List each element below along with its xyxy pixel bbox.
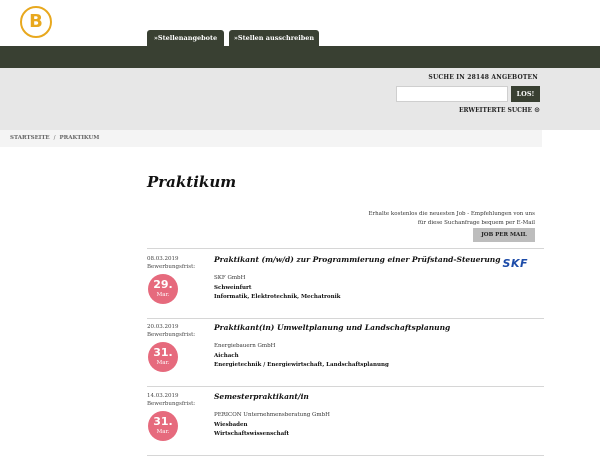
job-per-mail-button[interactable]: JOB PER MAIL xyxy=(473,228,535,242)
deadline-day: 31. xyxy=(153,346,173,359)
deadline-month: Mar. xyxy=(156,360,170,366)
breadcrumb-separator: / xyxy=(53,135,56,141)
job-field: Energietechnik / Energiewirtschaft, Land… xyxy=(214,362,389,368)
deadline-badge: 29. Mar. xyxy=(148,274,178,304)
tab-stellenangebote[interactable]: »Stellenangebote xyxy=(147,30,224,46)
search-panel: SUCHE IN 28148 ANGEBOTEN LOS! ERWEITERTE… xyxy=(0,68,600,130)
job-company: Energiebauern GmbH xyxy=(214,343,276,349)
nav-band xyxy=(0,46,600,68)
search-title: SUCHE IN 28148 ANGEBOTEN xyxy=(428,74,538,81)
job-city: Aichach xyxy=(214,353,239,359)
job-title-link[interactable]: Praktikant(in) Umweltplanung und Landsch… xyxy=(214,323,450,332)
job-title-link[interactable]: Semesterpraktikant/in xyxy=(214,392,309,401)
divider xyxy=(147,386,544,387)
deadline-label: Bewerbungsfrist: xyxy=(147,332,196,338)
deadline-day: 29. xyxy=(153,278,173,291)
advanced-search-link[interactable]: ERWEITERTE SUCHE ⊙ xyxy=(459,106,540,114)
job-city: Wiesbaden xyxy=(214,422,248,428)
divider xyxy=(147,455,544,456)
divider xyxy=(147,248,544,249)
job-city: Schweinfurt xyxy=(214,285,252,291)
job-field: Informatik, Elektrotechnik, Mechatronik xyxy=(214,294,341,300)
logo-letter: B xyxy=(29,11,43,32)
deadline-label: Bewerbungsfrist: xyxy=(147,264,196,270)
breadcrumb: STARTSEITE / PRAKTIKUM xyxy=(0,130,542,147)
advanced-search-label: ERWEITERTE SUCHE xyxy=(458,107,533,114)
circle-arrow-icon: ⊙ xyxy=(534,106,540,114)
job-alert-text: Erhalte kostenlos die neuesten Job - Emp… xyxy=(368,211,535,226)
search-button[interactable]: LOS! xyxy=(511,86,540,102)
job-listing[interactable]: 08.03.2019 Bewerbungsfrist: 29. Mar. Pra… xyxy=(147,255,544,315)
top-header: B »Stellenangebote »Stellen ausschreiben xyxy=(0,0,600,46)
deadline-badge: 31. Mar. xyxy=(148,342,178,372)
deadline-month: Mar. xyxy=(156,429,170,435)
job-company: PERICON Unternehmensberatung GmbH xyxy=(214,412,330,418)
brand-logo[interactable]: B xyxy=(20,6,52,38)
page-title: Praktikum xyxy=(147,173,237,191)
job-field: Wirtschaftswissenschaft xyxy=(214,431,290,437)
deadline-month: Mar. xyxy=(156,292,170,298)
job-date: 08.03.2019 xyxy=(147,256,179,262)
breadcrumb-current: PRAKTIKUM xyxy=(59,135,100,141)
job-title-link[interactable]: Praktikant (m/w/d) zur Programmierung ei… xyxy=(214,255,501,264)
breadcrumb-home[interactable]: STARTSEITE xyxy=(10,135,50,141)
tab-stellen-ausschreiben[interactable]: »Stellen ausschreiben xyxy=(229,30,319,46)
job-listing[interactable]: 20.03.2019 Bewerbungsfrist: 31. Mar. Pra… xyxy=(147,323,544,383)
deadline-day: 31. xyxy=(153,415,173,428)
company-logo[interactable]: SKF xyxy=(503,257,528,270)
job-company: SKF GmbH xyxy=(214,275,246,281)
search-input[interactable] xyxy=(396,86,508,102)
job-date: 20.03.2019 xyxy=(147,324,179,330)
job-listing[interactable]: 14.03.2019 Bewerbungsfrist: 31. Mar. Sem… xyxy=(147,392,544,452)
divider xyxy=(147,318,544,319)
deadline-badge: 31. Mar. xyxy=(148,411,178,441)
job-date: 14.03.2019 xyxy=(147,393,179,399)
deadline-label: Bewerbungsfrist: xyxy=(147,401,196,407)
